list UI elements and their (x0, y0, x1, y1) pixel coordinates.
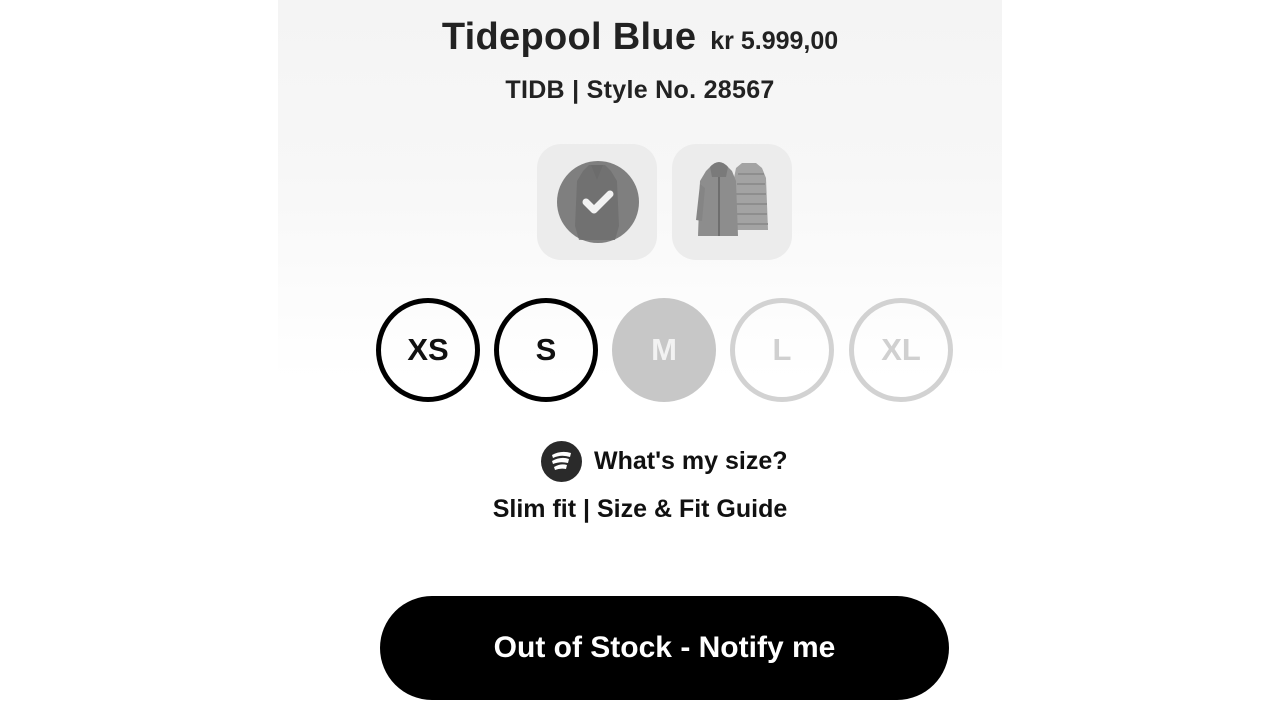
fit-guide-line: Slim fit | Size & Fit Guide (0, 495, 1280, 524)
notify-me-button[interactable]: Out of Stock - Notify me (380, 596, 949, 700)
product-title-row: Tidepool Blue kr 5.999,00 (0, 16, 1280, 59)
fit-finder-link[interactable]: What's my size? (541, 440, 788, 482)
size-fit-guide-link[interactable]: Size & Fit Guide (597, 495, 787, 523)
color-name: Tidepool Blue (441, 16, 697, 58)
size-option-xs[interactable]: XS (376, 298, 480, 402)
color-swatch-alternate[interactable] (672, 144, 792, 260)
size-option-xl[interactable]: XL (849, 298, 953, 402)
fit-type-text: Slim fit (492, 495, 577, 523)
jacket-thumbnail-front-icon (557, 161, 639, 243)
fit-guide-separator: | (583, 495, 591, 523)
fit-finder-label: What's my size? (594, 446, 788, 475)
jacket-thumbnail-pair-icon (696, 162, 768, 236)
color-swatch-selected[interactable] (537, 144, 657, 260)
fit-finder-icon (541, 440, 582, 482)
product-price: kr 5.999,00 (710, 27, 839, 55)
size-option-m[interactable]: M (612, 298, 716, 402)
style-number: TIDB | Style No. 28567 (505, 76, 775, 104)
size-option-l[interactable]: L (730, 298, 834, 402)
size-option-s[interactable]: S (494, 298, 598, 402)
